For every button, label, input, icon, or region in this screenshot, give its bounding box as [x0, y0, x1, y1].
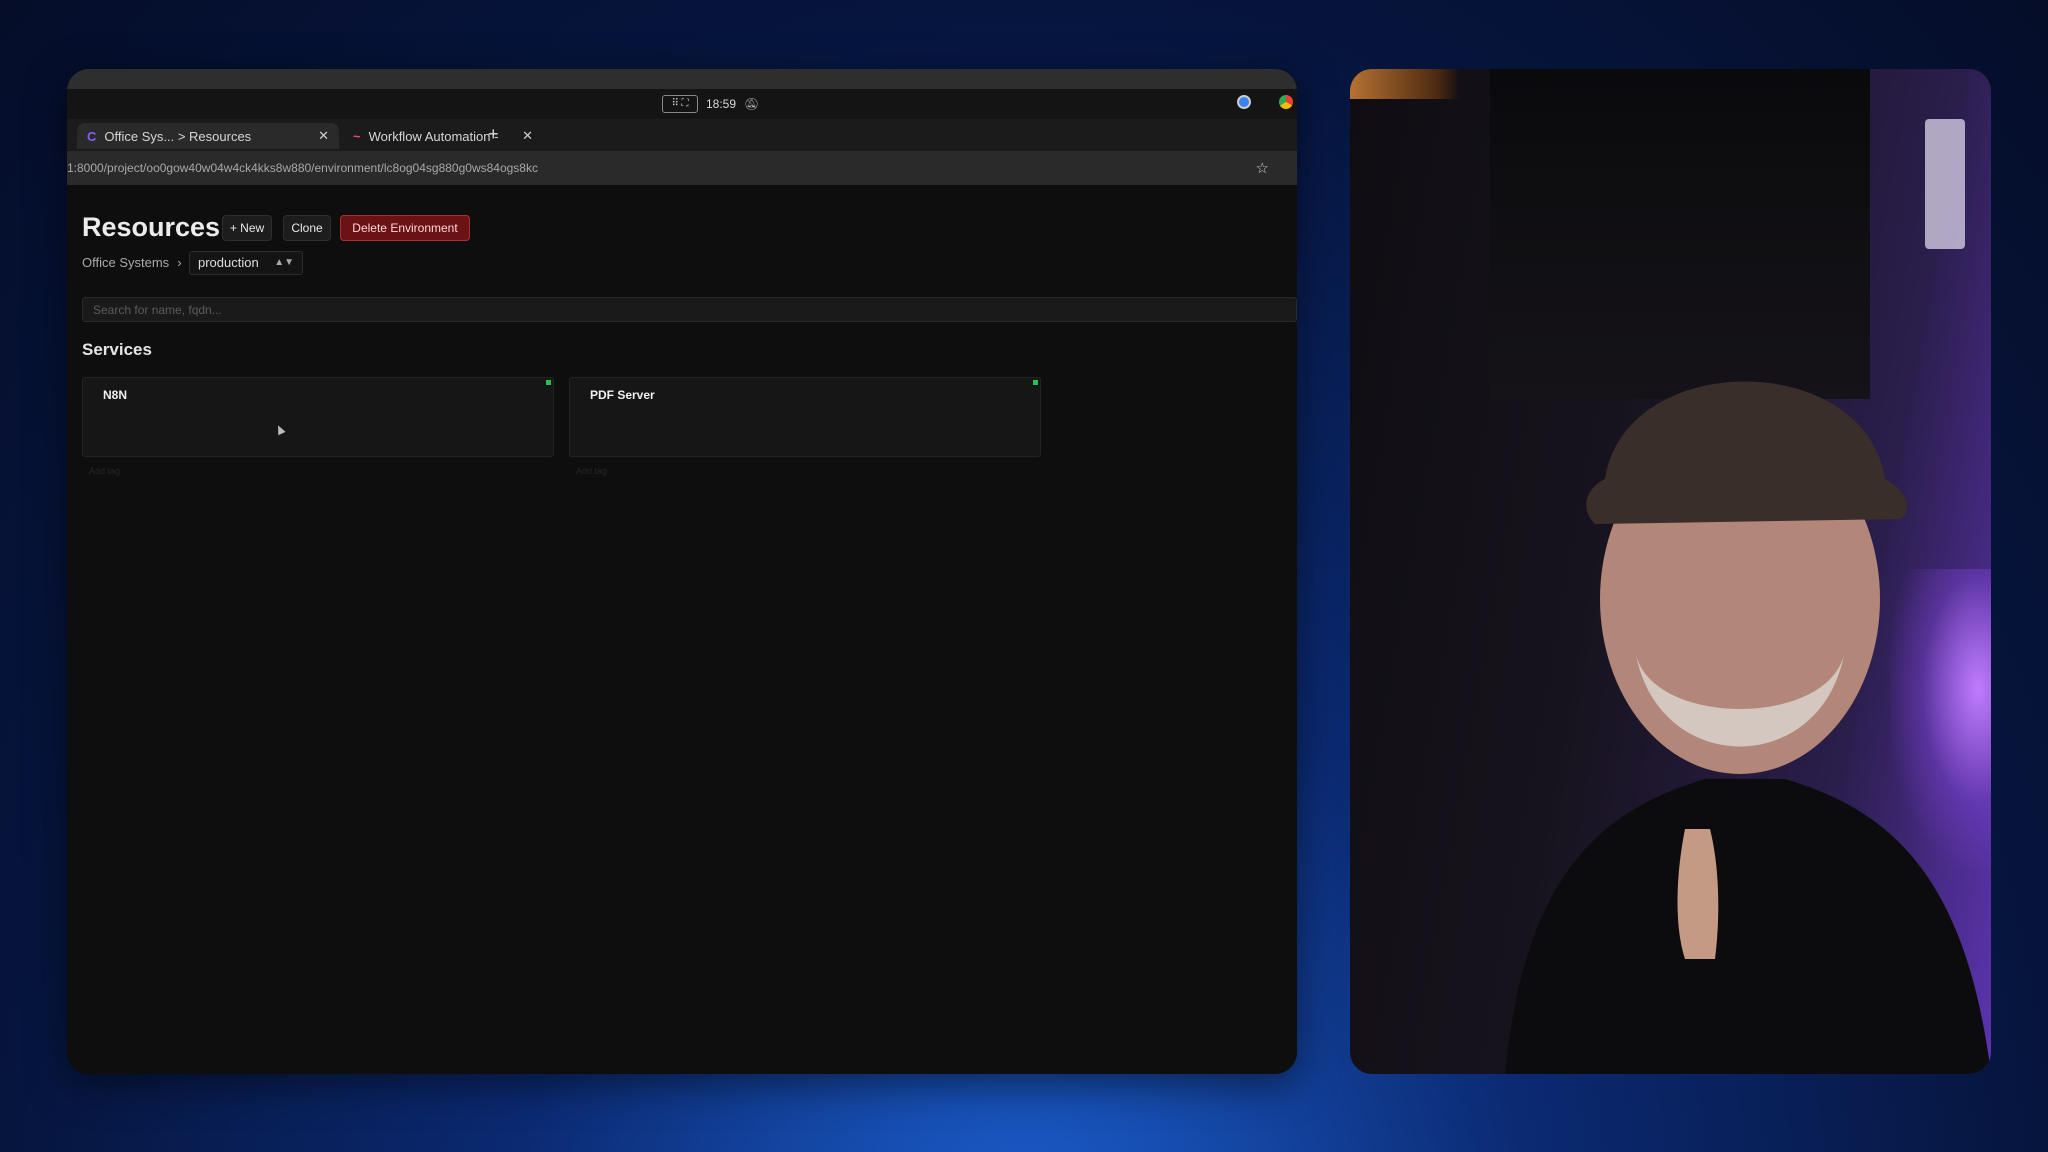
status-indicator — [546, 380, 551, 385]
environment-select[interactable]: production ▲▼ — [189, 251, 303, 275]
browser-window: ⠿ ⛶ 18:59 🔕︎ C Office Sys... > Resources… — [67, 69, 1297, 1074]
coolify-favicon-icon: C — [87, 128, 97, 144]
breadcrumb-project[interactable]: Office Systems — [82, 255, 169, 270]
clock: 18:59 — [706, 97, 737, 111]
service-name: PDF Server — [590, 388, 655, 402]
close-icon[interactable]: ✕ — [522, 128, 533, 144]
tab-label: Office Sys... > Resources — [104, 128, 252, 144]
tab-resources[interactable]: C Office Sys... > Resources ✕ — [77, 123, 339, 149]
n8n-favicon-icon: ~ — [353, 128, 361, 144]
chrome-icon[interactable] — [1279, 95, 1293, 109]
chevron-updown-icon: ▲▼ — [274, 257, 294, 268]
search-input[interactable] — [82, 297, 1297, 322]
url-text[interactable]: 1:8000/project/oo0gow40w04w4ck4kks8w880/… — [67, 161, 538, 175]
presenter-silhouette — [1505, 381, 1991, 1074]
page-title: Resources — [82, 212, 221, 242]
delete-environment-button[interactable]: Delete Environment — [340, 215, 470, 241]
workspace-grid-icon[interactable]: ⠿ ⛶ — [662, 95, 698, 113]
window-title-bar — [67, 69, 1297, 89]
service-card-pdf-server[interactable]: PDF Server Add tag — [569, 377, 1041, 476]
service-name: N8N — [103, 388, 128, 402]
webcam-feed — [1350, 69, 1991, 1074]
new-resource-button[interactable]: + New — [222, 215, 272, 241]
lamp-light — [1350, 69, 1460, 99]
clone-button[interactable]: Clone — [283, 215, 331, 241]
tab-bar: C Office Sys... > Resources ✕ ~ Workflow… — [67, 119, 1297, 151]
bookmark-star-icon[interactable]: ☆ — [1256, 159, 1269, 177]
environment-value: production — [198, 255, 259, 270]
bell-muted-icon[interactable]: 🔕︎ — [744, 97, 759, 111]
tab-workflow-automation[interactable]: ~ Workflow Automation - ✕ — [343, 123, 543, 149]
wall-switch-plate — [1925, 119, 1965, 249]
services-heading: Services — [82, 340, 152, 359]
add-tag-link[interactable]: Add tag — [89, 466, 120, 476]
new-tab-plus-icon[interactable]: + — [488, 124, 499, 145]
add-tag-link[interactable]: Add tag — [576, 466, 607, 476]
close-icon[interactable]: ✕ — [318, 128, 329, 144]
page-content: Resources + New Clone Delete Environment… — [67, 185, 1297, 1074]
system-menubar: ⠿ ⛶ 18:59 🔕︎ — [67, 89, 1297, 119]
tab-label: Workflow Automation - — [368, 128, 499, 144]
address-bar[interactable]: 1:8000/project/oo0gow40w04w4ck4kks8w880/… — [67, 151, 1297, 185]
status-indicator — [1033, 380, 1038, 385]
extension-icon[interactable] — [1237, 95, 1251, 109]
service-card-n8n[interactable]: N8N Add tag — [82, 377, 554, 476]
breadcrumb: Office Systems › — [82, 255, 182, 270]
breadcrumb-separator: › — [177, 255, 182, 270]
